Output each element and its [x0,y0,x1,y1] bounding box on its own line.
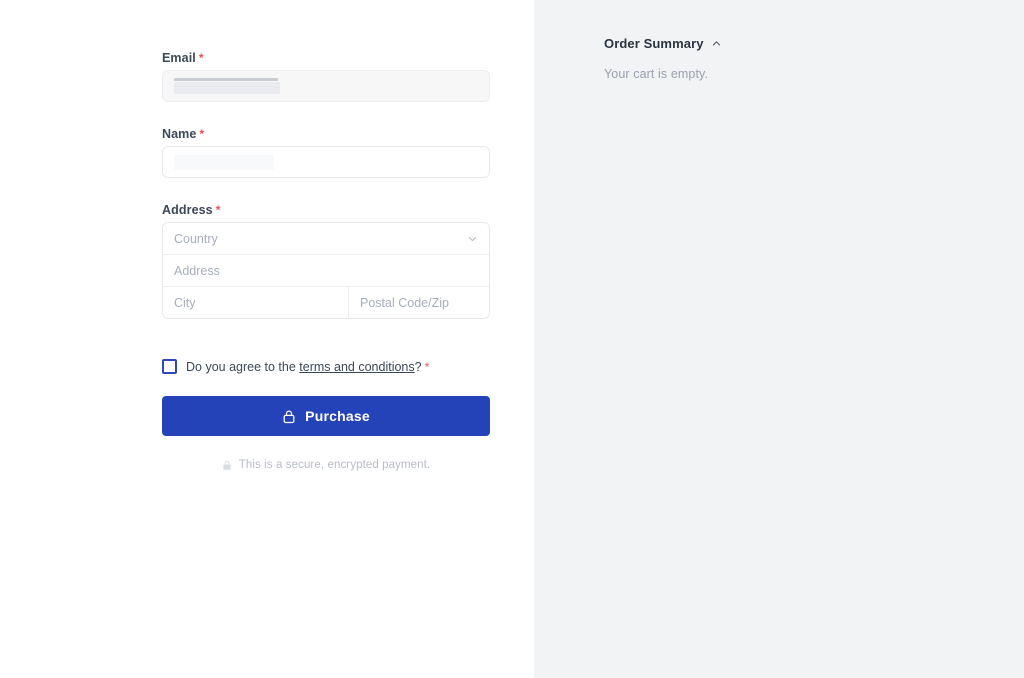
name-required-asterisk: * [199,127,204,141]
email-input[interactable] [162,70,490,102]
purchase-button[interactable]: Purchase [162,396,490,436]
name-skeleton-placeholder [174,155,280,173]
terms-checkbox[interactable] [162,359,177,374]
country-placeholder: Country [174,232,218,246]
postal-code-placeholder: Postal Code/Zip [360,296,449,310]
address-required-asterisk: * [216,203,221,217]
email-skeleton-block [174,82,280,94]
order-summary-title: Order Summary [604,36,704,51]
email-required-asterisk: * [199,51,204,65]
checkout-form-column: Email* Name* [0,0,534,678]
street-address-placeholder: Address [174,264,220,278]
cart-empty-message: Your cart is empty. [604,67,944,81]
terms-required-asterisk: * [425,360,430,374]
name-label-text: Name [162,127,196,141]
lock-icon [282,409,296,424]
address-row-country: Country [163,223,489,255]
street-address-input[interactable]: Address [163,255,489,286]
email-skeleton-line [174,78,278,81]
address-field-block: Address* [162,203,490,218]
terms-agreement-row[interactable]: Do you agree to the terms and conditions… [162,359,429,374]
terms-label: Do you agree to the terms and conditions… [186,360,429,374]
secure-payment-note: This is a secure, encrypted payment. [162,459,490,471]
address-label: Address* [162,203,490,218]
name-skeleton-block [174,155,274,170]
address-label-text: Address [162,203,213,217]
order-summary-panel: Order Summary Your cart is empty. [534,0,1024,678]
name-label: Name* [162,127,490,142]
secure-lock-icon [222,460,232,471]
email-label-text: Email [162,51,196,65]
address-group: Country Address City [162,222,490,319]
email-skeleton-placeholder [174,78,280,96]
terms-text-before: Do you agree to the [186,360,299,374]
terms-and-conditions-link[interactable]: terms and conditions [299,360,414,374]
city-placeholder: City [174,296,196,310]
order-summary-content: Order Summary Your cart is empty. [604,36,944,81]
address-row-city-postal: City Postal Code/Zip [163,287,489,318]
order-summary-toggle[interactable]: Order Summary [604,36,944,51]
checkout-page: Email* Name* [0,0,1024,678]
name-field-block: Name* [162,127,490,142]
address-row-street: Address [163,255,489,287]
chevron-up-icon [711,38,722,49]
country-select[interactable]: Country [163,223,489,254]
chevron-down-icon [467,233,478,244]
name-input[interactable] [162,146,490,178]
secure-payment-text: This is a secure, encrypted payment. [239,459,431,471]
email-field-block: Email* [162,51,490,66]
purchase-button-label: Purchase [305,408,370,424]
city-input[interactable]: City [163,287,349,318]
postal-code-input[interactable]: Postal Code/Zip [349,287,489,318]
terms-text-after: ? [415,360,422,374]
email-label: Email* [162,51,490,66]
